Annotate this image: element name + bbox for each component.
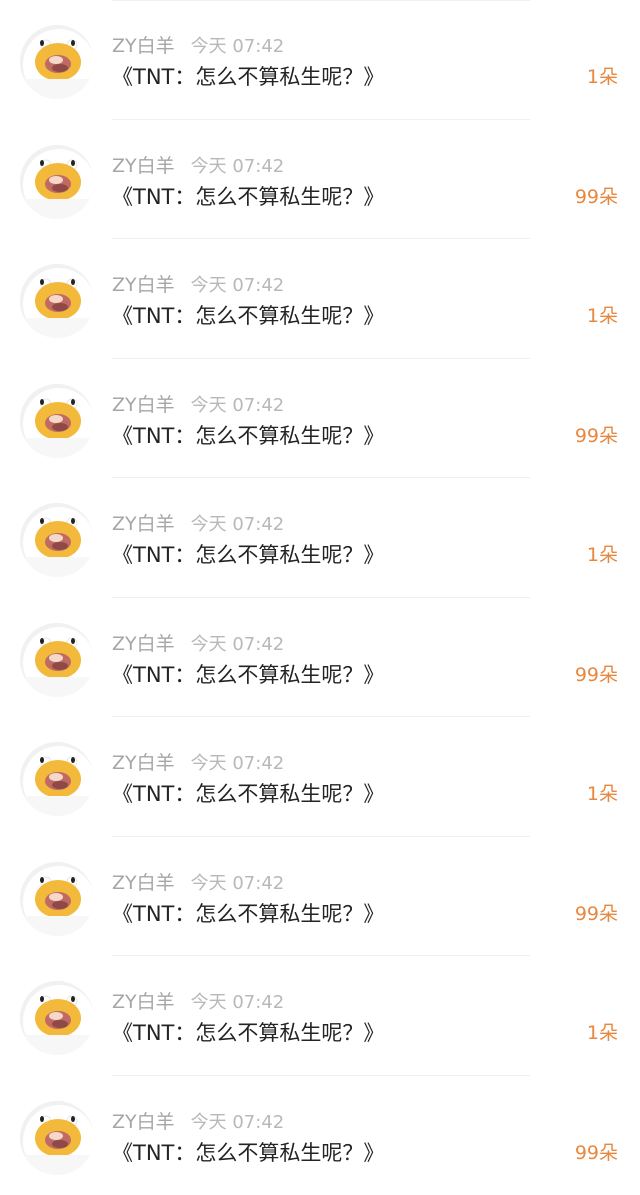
duck-costume-avatar-icon[interactable] — [20, 742, 94, 816]
flower-count: 1朵 — [587, 779, 618, 809]
list-item[interactable]: ZY白羊今天 07:42 《TNT：怎么不算私生呢？》 1朵 — [0, 478, 640, 598]
list-item[interactable]: ZY白羊今天 07:42 《TNT：怎么不算私生呢？》 1朵 — [0, 956, 640, 1076]
username[interactable]: ZY白羊 — [112, 991, 175, 1013]
list-item[interactable]: ZY白羊今天 07:42 《TNT：怎么不算私生呢？》 99朵 — [0, 598, 640, 718]
list-item[interactable]: ZY白羊今天 07:42 《TNT：怎么不算私生呢？》 1朵 — [0, 717, 640, 837]
list-item[interactable]: ZY白羊今天 07:42 《TNT：怎么不算私生呢？》 1朵 — [0, 239, 640, 359]
timestamp: 今天 07:42 — [191, 514, 285, 535]
message-title[interactable]: 《TNT：怎么不算私生呢？》 — [112, 899, 384, 929]
list-item[interactable]: ZY白羊今天 07:42 《TNT：怎么不算私生呢？》 99朵 — [0, 120, 640, 240]
username[interactable]: ZY白羊 — [112, 752, 175, 774]
item-meta: ZY白羊今天 07:42 — [112, 153, 284, 179]
username[interactable]: ZY白羊 — [112, 274, 175, 296]
duck-costume-avatar-icon[interactable] — [20, 981, 94, 1055]
username[interactable]: ZY白羊 — [112, 394, 175, 416]
item-meta: ZY白羊今天 07:42 — [112, 272, 284, 298]
flower-count: 1朵 — [587, 301, 618, 331]
flower-count: 1朵 — [587, 540, 618, 570]
username[interactable]: ZY白羊 — [112, 35, 175, 57]
duck-costume-avatar-icon[interactable] — [20, 384, 94, 458]
timestamp: 今天 07:42 — [191, 992, 285, 1013]
message-list: ZY白羊今天 07:42 《TNT：怎么不算私生呢？》 1朵 ZY白羊今天 07… — [0, 0, 640, 1186]
list-item[interactable]: ZY白羊今天 07:42 《TNT：怎么不算私生呢？》 99朵 — [0, 1076, 640, 1195]
timestamp: 今天 07:42 — [191, 1112, 285, 1133]
item-meta: ZY白羊今天 07:42 — [112, 631, 284, 657]
message-title[interactable]: 《TNT：怎么不算私生呢？》 — [112, 421, 384, 451]
duck-costume-avatar-icon[interactable] — [20, 503, 94, 577]
duck-costume-avatar-icon[interactable] — [20, 862, 94, 936]
message-title[interactable]: 《TNT：怎么不算私生呢？》 — [112, 62, 384, 92]
duck-costume-avatar-icon[interactable] — [20, 1101, 94, 1175]
item-meta: ZY白羊今天 07:42 — [112, 33, 284, 59]
item-meta: ZY白羊今天 07:42 — [112, 870, 284, 896]
message-title[interactable]: 《TNT：怎么不算私生呢？》 — [112, 182, 384, 212]
duck-costume-avatar-icon[interactable] — [20, 145, 94, 219]
flower-count: 99朵 — [575, 660, 618, 690]
message-title[interactable]: 《TNT：怎么不算私生呢？》 — [112, 1018, 384, 1048]
username[interactable]: ZY白羊 — [112, 633, 175, 655]
timestamp: 今天 07:42 — [191, 873, 285, 894]
item-meta: ZY白羊今天 07:42 — [112, 989, 284, 1015]
username[interactable]: ZY白羊 — [112, 155, 175, 177]
timestamp: 今天 07:42 — [191, 275, 285, 296]
item-meta: ZY白羊今天 07:42 — [112, 392, 284, 418]
flower-count: 99朵 — [575, 1138, 618, 1168]
duck-costume-avatar-icon[interactable] — [20, 264, 94, 338]
flower-count: 1朵 — [587, 1018, 618, 1048]
username[interactable]: ZY白羊 — [112, 1111, 175, 1133]
duck-costume-avatar-icon[interactable] — [20, 25, 94, 99]
flower-count: 99朵 — [575, 899, 618, 929]
list-item[interactable]: ZY白羊今天 07:42 《TNT：怎么不算私生呢？》 99朵 — [0, 837, 640, 957]
item-meta: ZY白羊今天 07:42 — [112, 1109, 284, 1135]
list-item[interactable]: ZY白羊今天 07:42 《TNT：怎么不算私生呢？》 1朵 — [0, 0, 640, 120]
item-meta: ZY白羊今天 07:42 — [112, 511, 284, 537]
message-title[interactable]: 《TNT：怎么不算私生呢？》 — [112, 779, 384, 809]
flower-count: 99朵 — [575, 182, 618, 212]
timestamp: 今天 07:42 — [191, 156, 285, 177]
timestamp: 今天 07:42 — [191, 36, 285, 57]
flower-count: 99朵 — [575, 421, 618, 451]
timestamp: 今天 07:42 — [191, 634, 285, 655]
message-title[interactable]: 《TNT：怎么不算私生呢？》 — [112, 540, 384, 570]
username[interactable]: ZY白羊 — [112, 513, 175, 535]
flower-count: 1朵 — [587, 62, 618, 92]
duck-costume-avatar-icon[interactable] — [20, 623, 94, 697]
message-title[interactable]: 《TNT：怎么不算私生呢？》 — [112, 660, 384, 690]
message-title[interactable]: 《TNT：怎么不算私生呢？》 — [112, 301, 384, 331]
timestamp: 今天 07:42 — [191, 395, 285, 416]
message-title[interactable]: 《TNT：怎么不算私生呢？》 — [112, 1138, 384, 1168]
list-item[interactable]: ZY白羊今天 07:42 《TNT：怎么不算私生呢？》 99朵 — [0, 359, 640, 479]
item-meta: ZY白羊今天 07:42 — [112, 750, 284, 776]
timestamp: 今天 07:42 — [191, 753, 285, 774]
username[interactable]: ZY白羊 — [112, 872, 175, 894]
